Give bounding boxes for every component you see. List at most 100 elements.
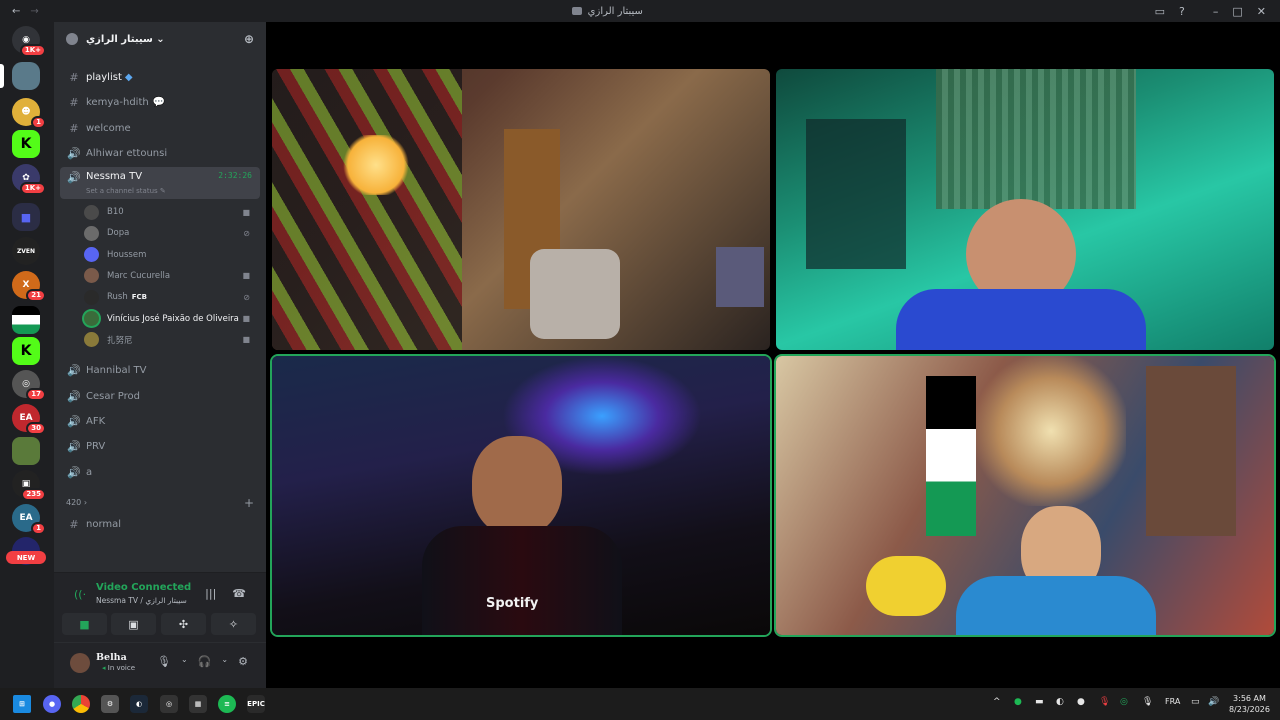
- server-current[interactable]: [12, 62, 40, 90]
- chrome-icon[interactable]: [72, 695, 90, 713]
- channel-prv[interactable]: 🔊 PRV: [60, 435, 260, 457]
- tray-spotify-icon[interactable]: ●: [1014, 697, 1022, 707]
- server-palestine[interactable]: [12, 306, 40, 334]
- graffiti-wall: [976, 356, 1126, 506]
- avatar[interactable]: [84, 204, 99, 220]
- server-settings-icon: [66, 33, 78, 45]
- server-ea-2[interactable]: EA 1: [12, 504, 46, 535]
- inbox-icon[interactable]: ▭: [1155, 5, 1165, 18]
- back-arrow-icon[interactable]: ←: [12, 6, 20, 17]
- server-ea[interactable]: EA 30: [12, 404, 46, 435]
- avatar[interactable]: [84, 225, 99, 241]
- voice-member[interactable]: 扎努尼 ■: [84, 330, 260, 350]
- server-kick[interactable]: K: [12, 130, 40, 158]
- username[interactable]: Belha: [96, 652, 127, 663]
- help-icon[interactable]: ?: [1179, 5, 1185, 18]
- channel-playlist[interactable]: # playlist ◆: [60, 66, 260, 88]
- microphone-icon[interactable]: 🎙: [157, 655, 171, 668]
- camera-button[interactable]: ■: [62, 613, 107, 635]
- category-420[interactable]: 420 ›: [66, 498, 87, 507]
- noise-suppression-icon[interactable]: |||: [205, 587, 216, 600]
- voice-member[interactable]: B10 ■: [84, 202, 260, 222]
- tray-steam-icon[interactable]: ◐: [1056, 697, 1064, 707]
- channel-hannibal-tv[interactable]: 🔊 Hannibal TV: [60, 359, 260, 381]
- voice-status[interactable]: Video Connected: [96, 582, 191, 593]
- settings-gear-icon[interactable]: ⚙: [238, 655, 248, 668]
- folder-icon[interactable]: ■: [12, 203, 40, 231]
- voice-member[interactable]: Houssem: [84, 245, 260, 265]
- chevron-down-icon[interactable]: ⌄: [181, 655, 188, 668]
- spotify-icon[interactable]: ≡: [218, 695, 236, 713]
- server-4[interactable]: ✿ 1K+: [12, 164, 46, 195]
- discord-app-icon[interactable]: ●: [43, 695, 61, 713]
- voice-member[interactable]: Vinícius José Paixão de Oliveira ■: [84, 309, 260, 329]
- system-clock[interactable]: 3:56 AM 8/23/2026: [1229, 693, 1270, 715]
- video-tile-2[interactable]: [776, 69, 1274, 350]
- tray-overflow-icon[interactable]: ^: [993, 697, 1001, 707]
- channel-a[interactable]: 🔊 a: [60, 461, 260, 483]
- disconnect-icon[interactable]: ☎: [232, 587, 246, 600]
- tray-xbox-icon[interactable]: ◎: [1120, 697, 1128, 707]
- server-11[interactable]: ▣ 235: [12, 470, 46, 501]
- activities-button[interactable]: ✣: [161, 613, 206, 635]
- minimize-button[interactable]: –: [1213, 5, 1219, 18]
- server-kick-2[interactable]: K: [12, 337, 40, 365]
- server-xtreme[interactable]: X 21: [12, 271, 46, 302]
- forward-arrow-icon[interactable]: →: [30, 6, 38, 17]
- network-icon[interactable]: ▭: [1191, 697, 1200, 707]
- screen-share-button[interactable]: ▣: [111, 613, 156, 635]
- avatar[interactable]: [84, 247, 99, 263]
- video-tile-4[interactable]: [776, 356, 1274, 635]
- posters: [806, 119, 906, 269]
- grid-app-icon[interactable]: ▦: [189, 695, 207, 713]
- channel-cesar-prod[interactable]: 🔊 Cesar Prod: [60, 385, 260, 407]
- tray-mic-icon[interactable]: 🎙: [1142, 697, 1153, 707]
- settings-icon[interactable]: ⚙: [101, 695, 119, 713]
- tray-discord-icon[interactable]: ●: [1077, 697, 1085, 707]
- channel-normal[interactable]: # normal: [60, 513, 260, 535]
- voice-channel-path[interactable]: Nessma TV / سيبتار الرازي: [96, 596, 187, 605]
- avatar[interactable]: [84, 332, 99, 348]
- close-button[interactable]: ✕: [1257, 5, 1266, 18]
- server-2[interactable]: ☻ 1: [12, 98, 46, 129]
- avatar[interactable]: [84, 311, 99, 326]
- server-8[interactable]: ◎ 17: [12, 370, 46, 401]
- headphones-icon[interactable]: 🎧: [198, 655, 212, 668]
- voice-channel-icon: 🔊: [67, 414, 81, 428]
- voice-member[interactable]: Marc Cucurella ■: [84, 266, 260, 286]
- channel-alhiwar-ettounsi[interactable]: 🔊 Alhiwar ettounsi: [60, 142, 260, 164]
- new-badge[interactable]: NEW: [6, 551, 46, 564]
- tray-app-icon[interactable]: ▬: [1035, 697, 1044, 707]
- wall-triangles: [272, 69, 462, 350]
- channel-welcome[interactable]: # welcome: [60, 117, 260, 139]
- voice-member[interactable]: Rush FCB ⊘: [84, 287, 260, 307]
- avatar[interactable]: [70, 653, 90, 673]
- video-tile-3[interactable]: Spotify: [272, 356, 770, 635]
- video-tile-1[interactable]: [272, 69, 770, 350]
- tray-mic-muted-icon[interactable]: 🎙: [1099, 697, 1110, 707]
- server-header[interactable]: سيبتار الرازي ⌄ ⊕: [54, 22, 266, 56]
- add-people-icon[interactable]: ⊕: [244, 32, 254, 46]
- app-icon[interactable]: ◎: [160, 695, 178, 713]
- chevron-down-icon[interactable]: ⌄: [221, 655, 228, 668]
- volume-icon[interactable]: 🔊: [1208, 697, 1219, 707]
- maximize-button[interactable]: □: [1232, 5, 1242, 18]
- avatar[interactable]: [84, 268, 99, 284]
- soundboard-button[interactable]: ✧: [211, 613, 256, 635]
- epic-games-icon[interactable]: EPIC: [247, 695, 265, 713]
- server-10[interactable]: [12, 437, 40, 465]
- member-name: Vinícius José Paixão de Oliveira: [107, 313, 239, 324]
- channel-kemya-hdith[interactable]: # kemya-hdith 💬: [60, 91, 260, 113]
- avatar[interactable]: [84, 289, 99, 305]
- voice-member[interactable]: Dopa ⊘: [84, 223, 260, 243]
- language-indicator[interactable]: FRA: [1165, 697, 1180, 706]
- add-channel-icon[interactable]: +: [244, 496, 254, 510]
- voice-status-icon: ◂: [102, 664, 106, 672]
- badge: 30: [26, 422, 46, 435]
- windows-start-icon[interactable]: ⊞: [13, 695, 31, 713]
- server-zven[interactable]: ZVEN: [12, 237, 40, 265]
- steam-icon[interactable]: ◐: [130, 695, 148, 713]
- direct-messages-button[interactable]: ◉ 1K+: [12, 26, 46, 57]
- set-channel-status[interactable]: Set a channel status ✎: [86, 187, 166, 195]
- channel-afk[interactable]: 🔊 AFK: [60, 410, 260, 432]
